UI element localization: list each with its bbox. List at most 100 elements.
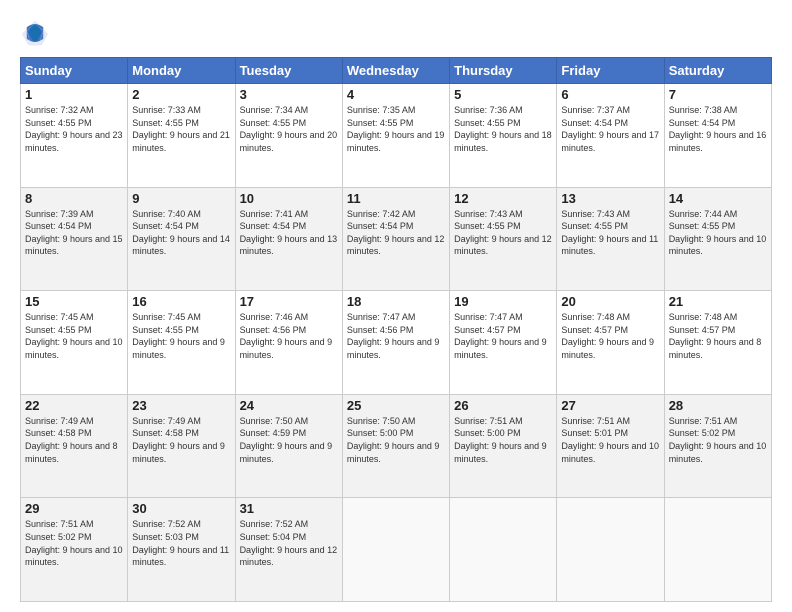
- weekday-tuesday: Tuesday: [235, 58, 342, 84]
- calendar-cell: 26 Sunrise: 7:51 AMSunset: 5:00 PMDaylig…: [450, 394, 557, 498]
- calendar-cell: 1 Sunrise: 7:32 AMSunset: 4:55 PMDayligh…: [21, 84, 128, 188]
- calendar-header: SundayMondayTuesdayWednesdayThursdayFrid…: [21, 58, 772, 84]
- calendar-cell: 31 Sunrise: 7:52 AMSunset: 5:04 PMDaylig…: [235, 498, 342, 602]
- calendar-cell: 2 Sunrise: 7:33 AMSunset: 4:55 PMDayligh…: [128, 84, 235, 188]
- day-number: 25: [347, 398, 445, 413]
- day-number: 12: [454, 191, 552, 206]
- day-info: Sunrise: 7:48 AMSunset: 4:57 PMDaylight:…: [669, 311, 767, 361]
- calendar-cell: 6 Sunrise: 7:37 AMSunset: 4:54 PMDayligh…: [557, 84, 664, 188]
- day-info: Sunrise: 7:50 AMSunset: 5:00 PMDaylight:…: [347, 415, 445, 465]
- weekday-saturday: Saturday: [664, 58, 771, 84]
- calendar-cell: 3 Sunrise: 7:34 AMSunset: 4:55 PMDayligh…: [235, 84, 342, 188]
- day-info: Sunrise: 7:39 AMSunset: 4:54 PMDaylight:…: [25, 208, 123, 258]
- calendar-cell: 14 Sunrise: 7:44 AMSunset: 4:55 PMDaylig…: [664, 187, 771, 291]
- day-number: 17: [240, 294, 338, 309]
- day-info: Sunrise: 7:44 AMSunset: 4:55 PMDaylight:…: [669, 208, 767, 258]
- calendar-cell: 25 Sunrise: 7:50 AMSunset: 5:00 PMDaylig…: [342, 394, 449, 498]
- calendar-cell: 15 Sunrise: 7:45 AMSunset: 4:55 PMDaylig…: [21, 291, 128, 395]
- day-info: Sunrise: 7:40 AMSunset: 4:54 PMDaylight:…: [132, 208, 230, 258]
- day-info: Sunrise: 7:38 AMSunset: 4:54 PMDaylight:…: [669, 104, 767, 154]
- day-info: Sunrise: 7:50 AMSunset: 4:59 PMDaylight:…: [240, 415, 338, 465]
- week-row-1: 1 Sunrise: 7:32 AMSunset: 4:55 PMDayligh…: [21, 84, 772, 188]
- calendar-cell: 17 Sunrise: 7:46 AMSunset: 4:56 PMDaylig…: [235, 291, 342, 395]
- calendar-cell: 7 Sunrise: 7:38 AMSunset: 4:54 PMDayligh…: [664, 84, 771, 188]
- day-info: Sunrise: 7:37 AMSunset: 4:54 PMDaylight:…: [561, 104, 659, 154]
- day-info: Sunrise: 7:47 AMSunset: 4:57 PMDaylight:…: [454, 311, 552, 361]
- day-info: Sunrise: 7:51 AMSunset: 5:02 PMDaylight:…: [669, 415, 767, 465]
- header: [20, 15, 772, 47]
- calendar-cell: 5 Sunrise: 7:36 AMSunset: 4:55 PMDayligh…: [450, 84, 557, 188]
- day-info: Sunrise: 7:45 AMSunset: 4:55 PMDaylight:…: [132, 311, 230, 361]
- calendar-cell: 20 Sunrise: 7:48 AMSunset: 4:57 PMDaylig…: [557, 291, 664, 395]
- calendar: SundayMondayTuesdayWednesdayThursdayFrid…: [20, 57, 772, 602]
- weekday-row: SundayMondayTuesdayWednesdayThursdayFrid…: [21, 58, 772, 84]
- day-info: Sunrise: 7:52 AMSunset: 5:04 PMDaylight:…: [240, 518, 338, 568]
- calendar-body: 1 Sunrise: 7:32 AMSunset: 4:55 PMDayligh…: [21, 84, 772, 602]
- day-number: 2: [132, 87, 230, 102]
- weekday-friday: Friday: [557, 58, 664, 84]
- calendar-cell: 29 Sunrise: 7:51 AMSunset: 5:02 PMDaylig…: [21, 498, 128, 602]
- calendar-cell: [450, 498, 557, 602]
- day-number: 11: [347, 191, 445, 206]
- weekday-thursday: Thursday: [450, 58, 557, 84]
- day-number: 24: [240, 398, 338, 413]
- calendar-cell: [664, 498, 771, 602]
- calendar-cell: 4 Sunrise: 7:35 AMSunset: 4:55 PMDayligh…: [342, 84, 449, 188]
- week-row-2: 8 Sunrise: 7:39 AMSunset: 4:54 PMDayligh…: [21, 187, 772, 291]
- weekday-sunday: Sunday: [21, 58, 128, 84]
- day-number: 6: [561, 87, 659, 102]
- day-number: 8: [25, 191, 123, 206]
- day-info: Sunrise: 7:36 AMSunset: 4:55 PMDaylight:…: [454, 104, 552, 154]
- day-info: Sunrise: 7:51 AMSunset: 5:01 PMDaylight:…: [561, 415, 659, 465]
- day-number: 22: [25, 398, 123, 413]
- logo-icon: [20, 19, 50, 47]
- day-info: Sunrise: 7:46 AMSunset: 4:56 PMDaylight:…: [240, 311, 338, 361]
- day-info: Sunrise: 7:42 AMSunset: 4:54 PMDaylight:…: [347, 208, 445, 258]
- day-info: Sunrise: 7:48 AMSunset: 4:57 PMDaylight:…: [561, 311, 659, 361]
- calendar-cell: 23 Sunrise: 7:49 AMSunset: 4:58 PMDaylig…: [128, 394, 235, 498]
- day-info: Sunrise: 7:33 AMSunset: 4:55 PMDaylight:…: [132, 104, 230, 154]
- day-number: 10: [240, 191, 338, 206]
- day-number: 29: [25, 501, 123, 516]
- day-number: 9: [132, 191, 230, 206]
- calendar-cell: 27 Sunrise: 7:51 AMSunset: 5:01 PMDaylig…: [557, 394, 664, 498]
- calendar-cell: 8 Sunrise: 7:39 AMSunset: 4:54 PMDayligh…: [21, 187, 128, 291]
- day-number: 7: [669, 87, 767, 102]
- day-number: 3: [240, 87, 338, 102]
- day-info: Sunrise: 7:32 AMSunset: 4:55 PMDaylight:…: [25, 104, 123, 154]
- calendar-cell: 24 Sunrise: 7:50 AMSunset: 4:59 PMDaylig…: [235, 394, 342, 498]
- day-number: 28: [669, 398, 767, 413]
- day-info: Sunrise: 7:51 AMSunset: 5:00 PMDaylight:…: [454, 415, 552, 465]
- day-info: Sunrise: 7:34 AMSunset: 4:55 PMDaylight:…: [240, 104, 338, 154]
- day-info: Sunrise: 7:51 AMSunset: 5:02 PMDaylight:…: [25, 518, 123, 568]
- calendar-cell: 30 Sunrise: 7:52 AMSunset: 5:03 PMDaylig…: [128, 498, 235, 602]
- day-number: 26: [454, 398, 552, 413]
- day-number: 20: [561, 294, 659, 309]
- calendar-cell: 11 Sunrise: 7:42 AMSunset: 4:54 PMDaylig…: [342, 187, 449, 291]
- day-info: Sunrise: 7:43 AMSunset: 4:55 PMDaylight:…: [454, 208, 552, 258]
- calendar-cell: 22 Sunrise: 7:49 AMSunset: 4:58 PMDaylig…: [21, 394, 128, 498]
- day-number: 18: [347, 294, 445, 309]
- day-number: 23: [132, 398, 230, 413]
- calendar-cell: 19 Sunrise: 7:47 AMSunset: 4:57 PMDaylig…: [450, 291, 557, 395]
- calendar-cell: 12 Sunrise: 7:43 AMSunset: 4:55 PMDaylig…: [450, 187, 557, 291]
- day-number: 5: [454, 87, 552, 102]
- day-info: Sunrise: 7:43 AMSunset: 4:55 PMDaylight:…: [561, 208, 659, 258]
- calendar-cell: 16 Sunrise: 7:45 AMSunset: 4:55 PMDaylig…: [128, 291, 235, 395]
- calendar-cell: 28 Sunrise: 7:51 AMSunset: 5:02 PMDaylig…: [664, 394, 771, 498]
- day-number: 31: [240, 501, 338, 516]
- calendar-cell: [342, 498, 449, 602]
- calendar-cell: 13 Sunrise: 7:43 AMSunset: 4:55 PMDaylig…: [557, 187, 664, 291]
- page: SundayMondayTuesdayWednesdayThursdayFrid…: [0, 0, 792, 612]
- day-number: 21: [669, 294, 767, 309]
- calendar-cell: 18 Sunrise: 7:47 AMSunset: 4:56 PMDaylig…: [342, 291, 449, 395]
- day-info: Sunrise: 7:41 AMSunset: 4:54 PMDaylight:…: [240, 208, 338, 258]
- day-info: Sunrise: 7:49 AMSunset: 4:58 PMDaylight:…: [132, 415, 230, 465]
- calendar-cell: 9 Sunrise: 7:40 AMSunset: 4:54 PMDayligh…: [128, 187, 235, 291]
- calendar-cell: 21 Sunrise: 7:48 AMSunset: 4:57 PMDaylig…: [664, 291, 771, 395]
- logo: [20, 19, 52, 47]
- day-info: Sunrise: 7:47 AMSunset: 4:56 PMDaylight:…: [347, 311, 445, 361]
- weekday-wednesday: Wednesday: [342, 58, 449, 84]
- weekday-monday: Monday: [128, 58, 235, 84]
- day-number: 30: [132, 501, 230, 516]
